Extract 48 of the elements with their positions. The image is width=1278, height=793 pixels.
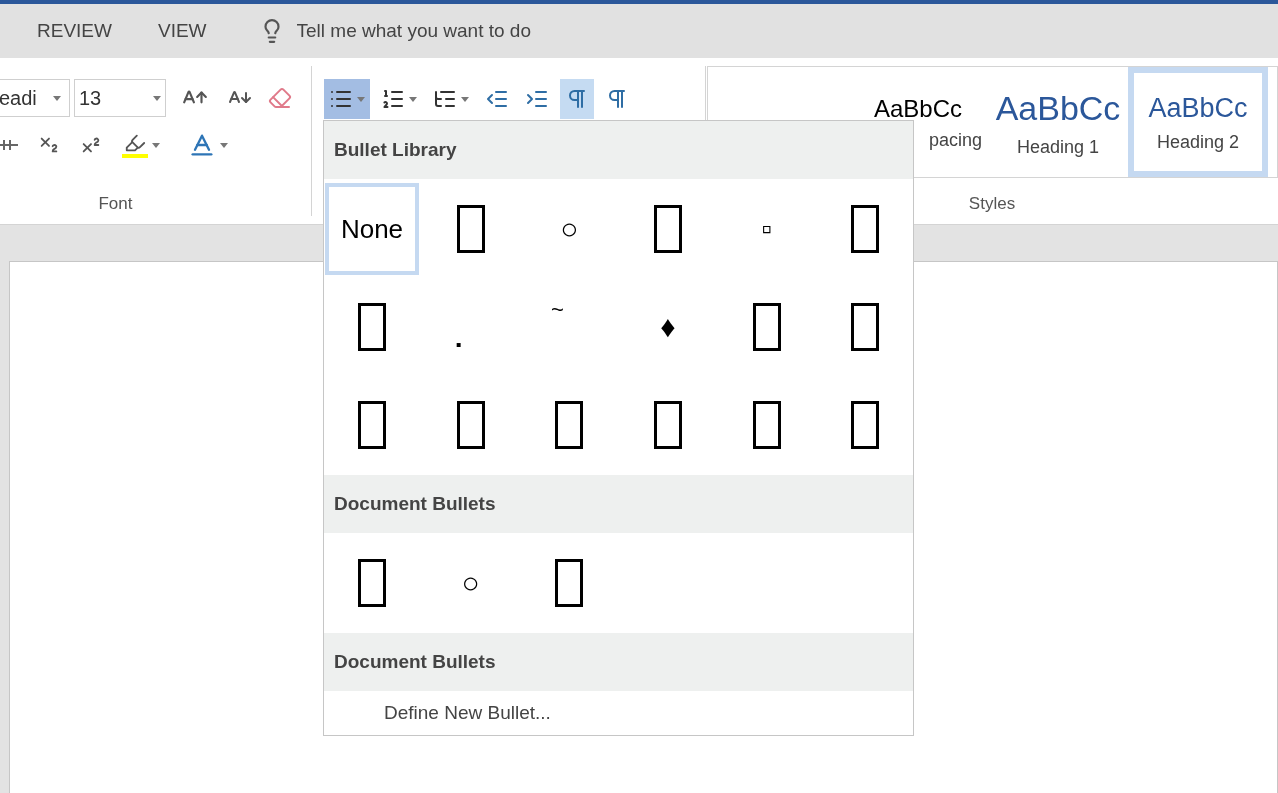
caret-icon bbox=[152, 142, 160, 148]
font-size-value: 13 bbox=[79, 86, 102, 111]
style-sample: AaBbCc bbox=[1148, 92, 1248, 126]
caret-icon bbox=[409, 96, 417, 102]
missing-glyph-icon bbox=[851, 205, 880, 253]
style-label: pacing bbox=[928, 128, 982, 152]
paragraph-button[interactable] bbox=[324, 79, 370, 119]
style-option[interactable]: AaBbCc Heading 2 bbox=[1128, 67, 1268, 177]
missing-glyph-icon bbox=[555, 559, 584, 607]
numbering-icon bbox=[381, 87, 405, 111]
caret-icon bbox=[357, 96, 365, 102]
group-label: Font bbox=[98, 193, 133, 213]
missing-glyph-icon bbox=[555, 401, 584, 449]
font-name-value: eadi bbox=[0, 86, 37, 111]
missing-glyph-icon bbox=[752, 303, 781, 351]
caret-icon bbox=[153, 95, 161, 101]
missing-glyph-icon bbox=[456, 401, 485, 449]
strikethrough-icon[interactable] bbox=[0, 138, 18, 152]
missing-glyph-icon bbox=[752, 401, 781, 449]
missing-glyph-icon bbox=[358, 401, 386, 449]
menu-section-header: Document Bullets bbox=[324, 475, 913, 533]
caret-icon bbox=[220, 142, 228, 148]
missing-glyph-icon bbox=[851, 303, 880, 351]
bullet-option[interactable]: None bbox=[325, 183, 419, 275]
highlighter-icon[interactable] bbox=[122, 132, 148, 158]
menu-section-header: Document Bullets bbox=[324, 633, 913, 691]
missing-glyph-icon bbox=[851, 401, 880, 449]
font-size-field[interactable]: 13 bbox=[74, 79, 166, 117]
ribbon-tab[interactable]: VIEW bbox=[157, 16, 207, 46]
caret-icon bbox=[461, 96, 469, 102]
missing-glyph-icon bbox=[358, 559, 386, 607]
style-label: Heading 2 bbox=[1156, 130, 1240, 154]
style-option[interactable]: AaBbCc Heading 1 bbox=[988, 67, 1128, 177]
missing-glyph-icon bbox=[654, 205, 682, 253]
style-sample: AaBbCc bbox=[995, 88, 1121, 129]
font-name-field[interactable]: eadi bbox=[0, 79, 70, 117]
style-sample: AaBbCc bbox=[873, 93, 962, 124]
tell-me-field[interactable]: Tell me what you want to do bbox=[296, 16, 617, 46]
ribbon-tab[interactable]: REVIEW bbox=[37, 16, 112, 46]
group-label: Styles bbox=[968, 193, 1016, 213]
caret-icon bbox=[53, 95, 61, 101]
eraser-icon[interactable] bbox=[268, 86, 292, 110]
missing-glyph-icon bbox=[654, 401, 682, 449]
define-new-bullet-item[interactable]: Define New Bullet... bbox=[384, 698, 551, 728]
menu-section-header: Bullet Library bbox=[324, 121, 913, 179]
missing-glyph-icon bbox=[358, 303, 386, 351]
style-label: Heading 1 bbox=[1016, 136, 1100, 159]
missing-glyph-icon bbox=[456, 205, 485, 253]
